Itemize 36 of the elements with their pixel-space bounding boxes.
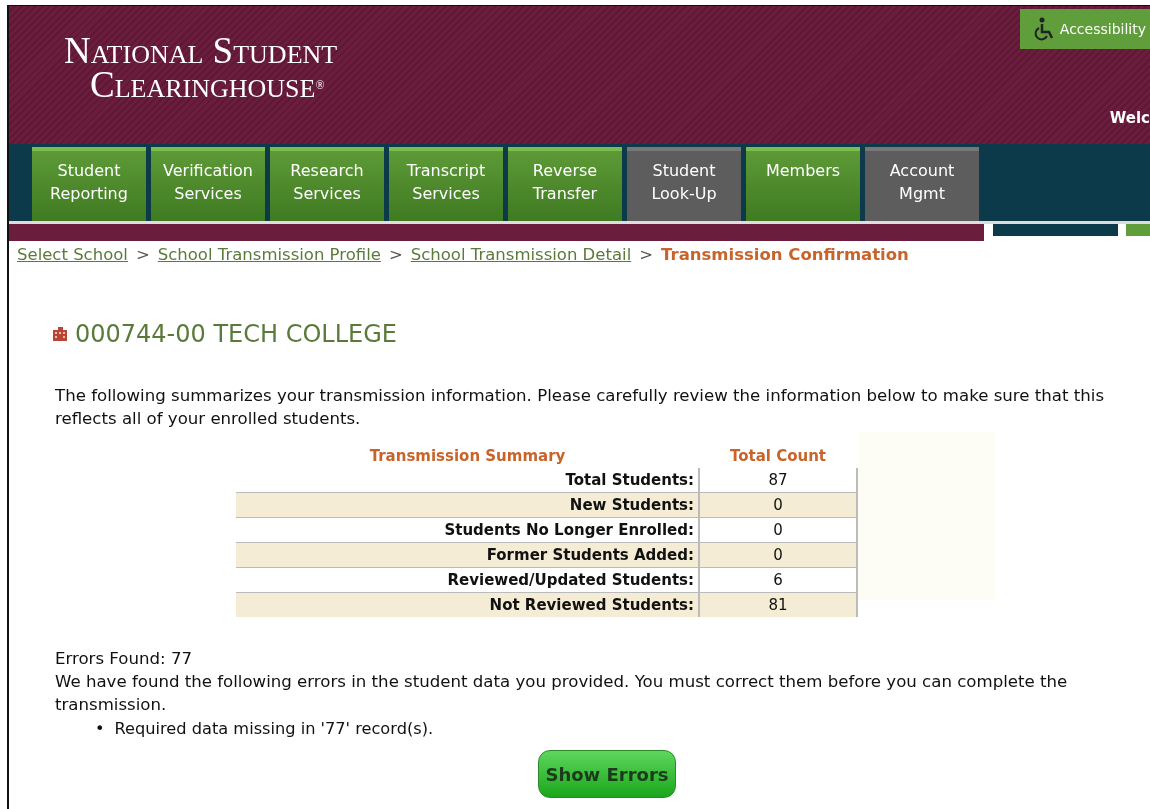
breadcrumb-separator: > xyxy=(388,244,403,264)
table-cell: Former Students Added: xyxy=(236,542,699,568)
column-header: Transmission Summary xyxy=(236,444,699,468)
breadcrumb-separator: > xyxy=(135,244,150,264)
logo: National Student Clearinghouse$^{®}$ xyxy=(64,34,338,102)
breadcrumb-current: Transmission Confirmation xyxy=(661,244,909,264)
building-icon xyxy=(53,327,67,341)
school-title: 000744-00 TECH COLLEGE xyxy=(75,320,398,348)
table-cell: 81 xyxy=(699,592,857,617)
errors-count: Errors Found: 77 xyxy=(55,648,194,670)
bullet: • xyxy=(95,718,105,740)
nav-tab[interactable]: Account Mgmt xyxy=(865,147,979,221)
table-cell: 0 xyxy=(699,542,857,568)
color-bar xyxy=(1126,224,1150,236)
column-header: Total Count xyxy=(699,444,857,468)
breadcrumb-separator: > xyxy=(639,244,654,264)
nav-tab[interactable]: Members xyxy=(746,147,860,221)
nav-tab[interactable]: Student Reporting xyxy=(32,147,146,221)
nav-tab[interactable]: Research Services xyxy=(270,147,384,221)
show-errors-button[interactable]: Show Errors xyxy=(538,750,676,798)
nav-tab[interactable]: Student Look-Up xyxy=(627,147,741,221)
breadcrumb-link[interactable]: Select School xyxy=(17,244,128,264)
breadcrumb-link[interactable]: School Transmission Profile xyxy=(157,244,381,264)
welcome-text: Welc xyxy=(1109,109,1150,127)
table-cell: New Students: xyxy=(236,492,699,518)
table-cell: 0 xyxy=(699,492,857,518)
accessibility-button[interactable]: Accessibility xyxy=(1019,9,1150,49)
errors-text: We have found the following errors in the student data you provided. You must correct them before you can complete the transmission. xyxy=(55,671,1069,716)
nav-tab[interactable]: Transcript Services xyxy=(389,147,503,221)
table-cell: Not Reviewed Students: xyxy=(236,592,699,617)
error-item: Required data missing in '77' record(s). xyxy=(114,718,434,740)
nav-tab[interactable]: Verification Services xyxy=(151,147,265,221)
breadcrumb-link[interactable]: School Transmission Detail xyxy=(410,244,632,264)
wheelchair-icon xyxy=(1033,17,1056,41)
nav-tab[interactable]: Reverse Transfer xyxy=(508,147,622,221)
intro-text: The following summarizes your transmission information. Please carefully review the information below to make sure that this reflects all of your enrolled students. xyxy=(55,385,1106,430)
